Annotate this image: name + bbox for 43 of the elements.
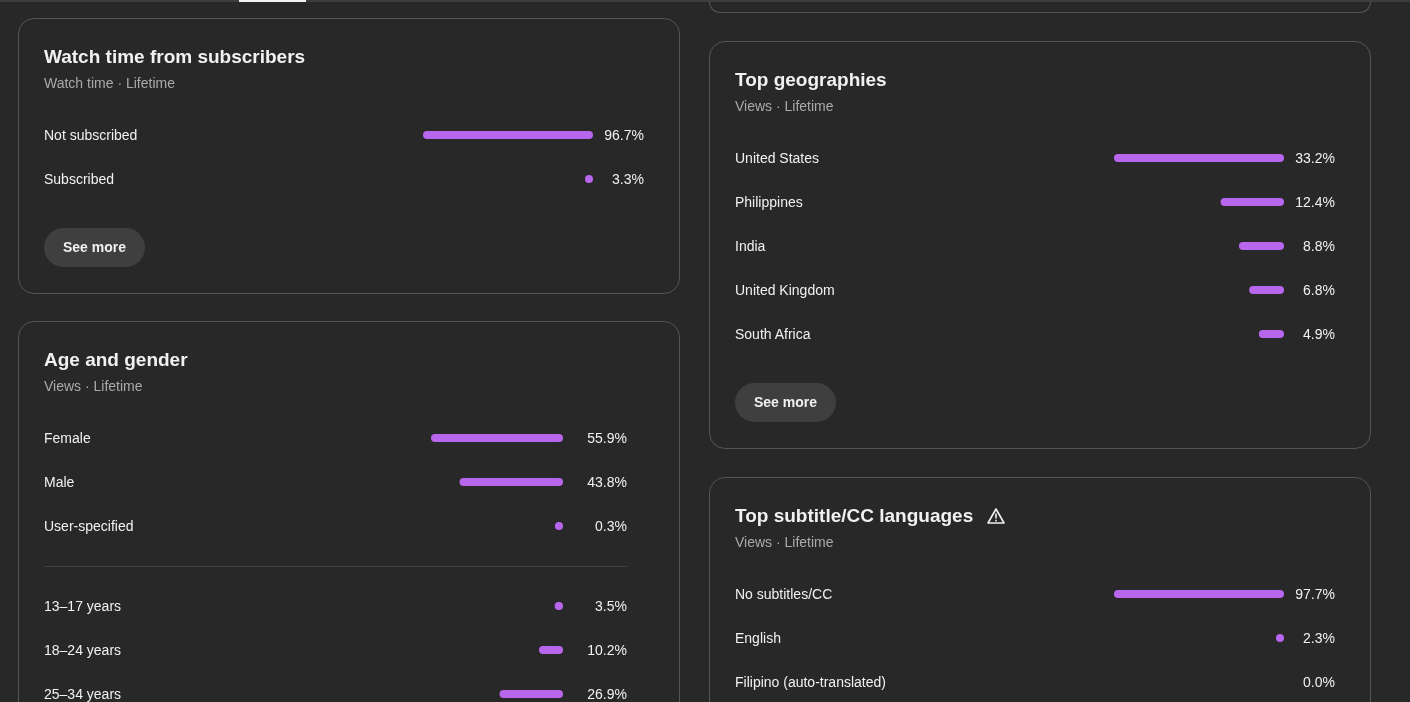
card-subtitle: Watch time · Lifetime bbox=[44, 74, 176, 93]
see-more-button[interactable]: See more bbox=[44, 228, 146, 267]
percent-value: 0.3% bbox=[594, 516, 627, 536]
card-title: Top geographies bbox=[735, 68, 887, 92]
row-label: Filipino (auto-translated) bbox=[735, 672, 887, 692]
row-label: Philippines bbox=[735, 192, 804, 212]
card-subtitle: Views · Lifetime bbox=[735, 97, 835, 116]
percent-value: 43.8% bbox=[586, 472, 627, 492]
percent-value: 12.4% bbox=[1294, 192, 1335, 212]
selected-tab-indicator bbox=[239, 0, 306, 2]
row-label: 25–34 years bbox=[44, 684, 123, 702]
row-label: 13–17 years bbox=[44, 596, 123, 616]
row-label: Male bbox=[44, 472, 76, 492]
row-label: User-specified bbox=[44, 516, 135, 536]
percent-value: 0.0% bbox=[1302, 672, 1335, 692]
percent-value: 2.3% bbox=[1302, 628, 1335, 648]
row-label: Not subscribed bbox=[44, 125, 139, 145]
percent-value: 6.8% bbox=[1302, 280, 1335, 300]
percent-value: 55.9% bbox=[586, 428, 627, 448]
card-title: Age and gender bbox=[44, 348, 188, 372]
row-label: Subscribed bbox=[44, 169, 116, 189]
card-subtitle: Views · Lifetime bbox=[44, 377, 144, 396]
percent-value: 97.7% bbox=[1294, 584, 1335, 604]
percent-value: 3.5% bbox=[594, 596, 627, 616]
see-more-button[interactable]: See more bbox=[735, 383, 837, 422]
percent-value: 33.2% bbox=[1294, 148, 1335, 168]
row-label: United States bbox=[735, 148, 821, 168]
percent-value: 96.7% bbox=[603, 125, 644, 145]
percent-value: 8.8% bbox=[1302, 236, 1335, 256]
card-subtitle: Views · Lifetime bbox=[735, 533, 835, 552]
percent-value: 3.3% bbox=[611, 169, 644, 189]
percent-value: 4.9% bbox=[1302, 324, 1335, 344]
row-label: No subtitles/CC bbox=[735, 584, 834, 604]
row-label: 18–24 years bbox=[44, 640, 123, 660]
row-label: South Africa bbox=[735, 324, 812, 344]
card-title: Watch time from subscribers bbox=[44, 45, 306, 69]
row-label: English bbox=[735, 628, 782, 648]
card-title: Top subtitle/CC languages bbox=[735, 504, 974, 528]
percent-value: 10.2% bbox=[586, 640, 627, 660]
row-label: India bbox=[735, 236, 767, 256]
percent-value: 26.9% bbox=[586, 684, 627, 702]
row-label: United Kingdom bbox=[735, 280, 836, 300]
row-label: Female bbox=[44, 428, 92, 448]
